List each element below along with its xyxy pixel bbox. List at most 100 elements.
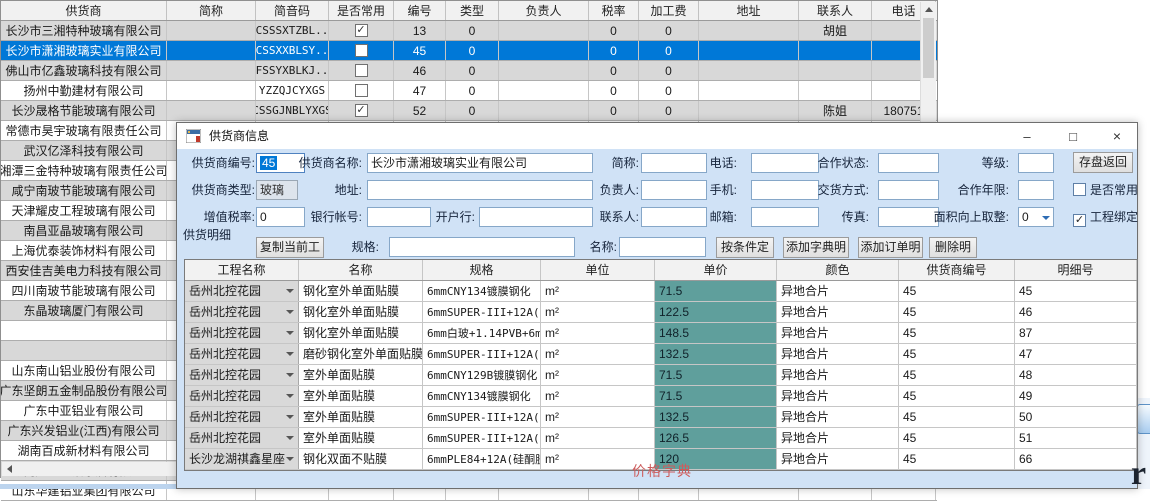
detail-row[interactable]: 岳州北控花园室外单面贴膜6mmSUPER-III+12A(硅...m²132.5…	[185, 407, 1137, 428]
supplier-row[interactable]: 长沙晟格节能玻璃有限公司CSSGJNBLYXGS✓52000陈姐180751	[1, 101, 937, 121]
detail-row[interactable]: 岳州北控花园钢化室外单面贴膜6mm白玻+1.14PVB+6mm...m²148.…	[185, 323, 1137, 344]
column-header[interactable]: 地址	[699, 1, 799, 20]
project-combobox[interactable]: 岳州北控花园	[185, 323, 299, 343]
save-return-button[interactable]: 存盘返回	[1073, 152, 1133, 173]
detail-row[interactable]: 岳州北控花园钢化室外单面贴膜6mmSUPER-III+12A(硅...m²122…	[185, 302, 1137, 323]
supplier-cell	[499, 101, 589, 120]
chevron-down-icon[interactable]	[286, 373, 294, 377]
detail-row[interactable]: 岳州北控花园室外单面贴膜6mmCNY129B镀膜钢化m²71.5异地合片4548	[185, 365, 1137, 386]
column-header[interactable]: 加工费	[639, 1, 699, 20]
spec-filter-input[interactable]	[389, 237, 575, 257]
supplier-cell: CSSSXTZBL..	[256, 21, 329, 40]
common-checkbox-icon[interactable]: ✓	[355, 104, 368, 117]
grade-field[interactable]	[1018, 153, 1054, 173]
supplier-table-header: 供货商简称简音码是否常用编号类型负责人税率加工费地址联系人电话	[1, 1, 937, 21]
column-header[interactable]: 类型	[446, 1, 499, 20]
column-header[interactable]: 税率	[589, 1, 639, 20]
supplier-row[interactable]: 长沙市三湘特种玻璃有限公司CSSSXTZBL..✓13000胡姐	[1, 21, 937, 41]
detail-cell: 47	[1015, 344, 1137, 364]
grid-column-header[interactable]: 规格	[423, 260, 541, 280]
project-bind-checkbox[interactable]: ✓工程绑定	[1073, 207, 1138, 227]
chevron-down-icon[interactable]	[286, 331, 294, 335]
add-dict-detail-button[interactable]: 添加字典明细	[783, 237, 849, 258]
chevron-down-icon[interactable]	[286, 394, 294, 398]
supplier-cell: 45	[394, 41, 446, 60]
is-common-checkbox[interactable]: 是否常用	[1073, 180, 1138, 200]
grid-column-header[interactable]: 工程名称	[185, 260, 299, 280]
supplier-row[interactable]: 长沙市潇湘玻璃实业有限公司CSSXXBLSY..45000	[1, 41, 937, 61]
project-combobox[interactable]: 岳州北控花园	[185, 428, 299, 448]
project-combobox[interactable]: 岳州北控花园	[185, 386, 299, 406]
column-header[interactable]: 简音码	[256, 1, 329, 20]
checkbox-icon[interactable]: ✓	[1073, 214, 1086, 227]
supplier-row[interactable]: 佛山市亿鑫玻璃科技有限公司FSSYXBLKJ..46000	[1, 61, 937, 81]
supplier-row[interactable]: 扬州中勤建材有限公司YZZQJCYXGS47000	[1, 81, 937, 101]
bank-account-field[interactable]	[367, 207, 431, 227]
detail-cell: 45	[899, 365, 1015, 385]
grid-column-header[interactable]: 单位	[541, 260, 655, 280]
coop-years-field[interactable]	[1018, 180, 1054, 200]
supplier-cell: 西安佳吉美电力科技有限公司	[1, 261, 167, 280]
grid-column-header[interactable]: 名称	[299, 260, 423, 280]
detail-cell: 异地合片	[777, 428, 899, 448]
scroll-left-icon[interactable]	[2, 462, 17, 476]
bank-account-label: 银行帐号:	[277, 207, 362, 227]
project-combobox[interactable]: 岳州北控花园	[185, 281, 299, 301]
chevron-down-icon[interactable]	[286, 457, 294, 461]
copy-project-button[interactable]: 复制当前工程	[256, 237, 324, 258]
chevron-down-icon[interactable]	[286, 352, 294, 356]
column-header[interactable]: 供货商	[1, 1, 167, 20]
detail-row[interactable]: 岳州北控花园室外单面贴膜6mmCNY134镀膜钢化m²71.5异地合片4549	[185, 386, 1137, 407]
column-header[interactable]: 简称	[167, 1, 256, 20]
common-checkbox-icon[interactable]	[355, 64, 368, 77]
chevron-down-icon[interactable]	[1042, 216, 1050, 220]
chevron-down-icon[interactable]	[286, 436, 294, 440]
column-header[interactable]: 编号	[394, 1, 446, 20]
column-header[interactable]: 是否常用	[329, 1, 394, 20]
area-round-combobox[interactable]: 0	[1018, 207, 1054, 227]
locate-button[interactable]: 按条件定位	[716, 237, 774, 258]
detail-cell: 126.5	[655, 428, 777, 448]
supplier-cell	[499, 61, 589, 80]
column-header[interactable]: 联系人	[799, 1, 872, 20]
checkbox-icon[interactable]	[1073, 183, 1086, 196]
delete-detail-button[interactable]: 删除明细	[929, 237, 977, 258]
supplier-cell: 广东中亚铝业有限公司	[1, 401, 167, 420]
project-combobox[interactable]: 岳州北控花园	[185, 407, 299, 427]
supplier-name-field[interactable]: 长沙市潇湘玻璃实业有限公司	[367, 153, 593, 173]
detail-cell: 45	[899, 428, 1015, 448]
chevron-down-icon[interactable]	[286, 310, 294, 314]
supplier-cell	[799, 61, 872, 80]
bank-field[interactable]	[479, 207, 593, 227]
detail-row[interactable]: 岳州北控花园钢化室外单面贴膜6mmCNY134镀膜钢化m²71.5异地合片454…	[185, 281, 1137, 302]
detail-cell: m²	[541, 428, 655, 448]
maximize-button[interactable]: □	[1051, 123, 1095, 149]
name-filter-input[interactable]	[619, 237, 706, 257]
grid-column-header[interactable]: 供货商编号	[899, 260, 1015, 280]
close-button[interactable]: ×	[1095, 123, 1139, 149]
grid-column-header[interactable]: 颜色	[777, 260, 899, 280]
project-combobox[interactable]: 长沙龙湖祺鑫星座	[185, 449, 299, 469]
project-combobox[interactable]: 岳州北控花园	[185, 344, 299, 364]
common-cell: ✓	[329, 101, 394, 120]
common-checkbox-icon[interactable]	[355, 84, 368, 97]
scrollbar-thumb[interactable]	[923, 18, 934, 78]
add-order-detail-button[interactable]: 添加订单明细	[858, 237, 923, 258]
supplier-cell	[799, 41, 872, 60]
minimize-button[interactable]: –	[1005, 123, 1049, 149]
column-header[interactable]: 负责人	[499, 1, 589, 20]
detail-row[interactable]: 岳州北控花园磨砂钢化室外单面贴膜6mmSUPER-III+12A(硅...m²1…	[185, 344, 1137, 365]
common-checkbox-icon[interactable]: ✓	[355, 24, 368, 37]
address-field[interactable]	[367, 180, 593, 200]
project-combobox[interactable]: 岳州北控花园	[185, 365, 299, 385]
spec-filter-label: 规格:	[327, 237, 379, 257]
scroll-up-icon[interactable]	[921, 2, 936, 17]
project-combobox[interactable]: 岳州北控花园	[185, 302, 299, 322]
detail-cell: 异地合片	[777, 323, 899, 343]
chevron-down-icon[interactable]	[286, 415, 294, 419]
grid-column-header[interactable]: 单价	[655, 260, 777, 280]
common-checkbox-icon[interactable]	[355, 44, 368, 57]
chevron-down-icon[interactable]	[286, 289, 294, 293]
detail-row[interactable]: 岳州北控花园室外单面贴膜6mmSUPER-III+12A(硅...m²126.5…	[185, 428, 1137, 449]
grid-column-header[interactable]: 明细号	[1015, 260, 1137, 280]
